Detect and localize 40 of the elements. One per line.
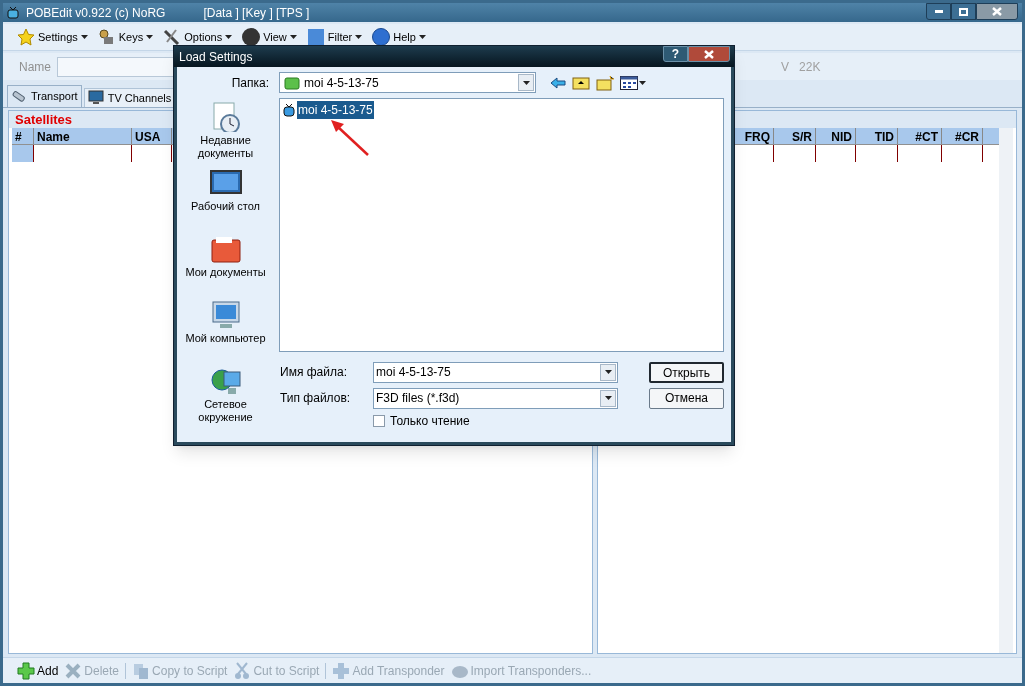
- window-subtitle: [Data ] [Key ] [TPS ]: [203, 4, 310, 22]
- menu-button[interactable]: Options: [163, 28, 233, 46]
- help-button[interactable]: ?: [663, 46, 688, 62]
- column-header: #: [12, 128, 34, 144]
- places-item[interactable]: Мой компьютер: [179, 298, 272, 356]
- menu-button[interactable]: View: [242, 28, 297, 46]
- menu-button[interactable]: Help: [372, 28, 426, 46]
- dialog-button[interactable]: Открыть: [649, 361, 724, 383]
- column-header: TID: [856, 128, 898, 144]
- places-item[interactable]: Мои документы: [179, 232, 272, 290]
- field-label: Папка:: [230, 74, 269, 92]
- menu-button[interactable]: Settings: [17, 28, 88, 46]
- field-label: Тип файлов:: [279, 390, 352, 407]
- dialog-button[interactable]: Отмена: [649, 387, 724, 409]
- menu-button[interactable]: Filter: [306, 28, 363, 46]
- menu-button[interactable]: Keys: [97, 28, 154, 46]
- places-item[interactable]: Рабочий стол: [179, 166, 272, 224]
- file-item[interactable]: moi 4-5-13-75: [297, 101, 374, 119]
- info-label: V: [781, 58, 790, 76]
- panel-title: Satellites: [15, 110, 73, 129]
- dialog-title: Load Settings: [179, 48, 253, 66]
- folder-dropdown[interactable]: moi 4-5-13-75: [279, 72, 536, 93]
- field-label: Имя файла:: [279, 364, 348, 381]
- places-item[interactable]: Недавние документы: [179, 100, 272, 158]
- tab[interactable]: TV Channels: [83, 88, 176, 107]
- column-header: #CR: [942, 128, 983, 144]
- toolbar-button[interactable]: Add: [17, 661, 59, 680]
- read-only-checkbox[interactable]: Только чтение: [373, 412, 724, 430]
- file-name-field[interactable]: moi 4-5-13-75: [373, 361, 618, 383]
- field-label: Name: [19, 58, 51, 76]
- places-item[interactable]: Сетевое окружение: [179, 364, 272, 422]
- tab[interactable]: Transport: [7, 85, 82, 107]
- info-label: 22K: [799, 58, 821, 76]
- column-header: NID: [816, 128, 856, 144]
- file-type-dropdown[interactable]: F3D files (*.f3d): [373, 387, 618, 409]
- column-header: Name: [34, 128, 132, 144]
- window-title: POBEdit v0.922 (c) NoRG: [26, 4, 166, 22]
- column-header: USA: [132, 128, 172, 144]
- column-header: S/R: [774, 128, 816, 144]
- column-header: #CT: [898, 128, 942, 144]
